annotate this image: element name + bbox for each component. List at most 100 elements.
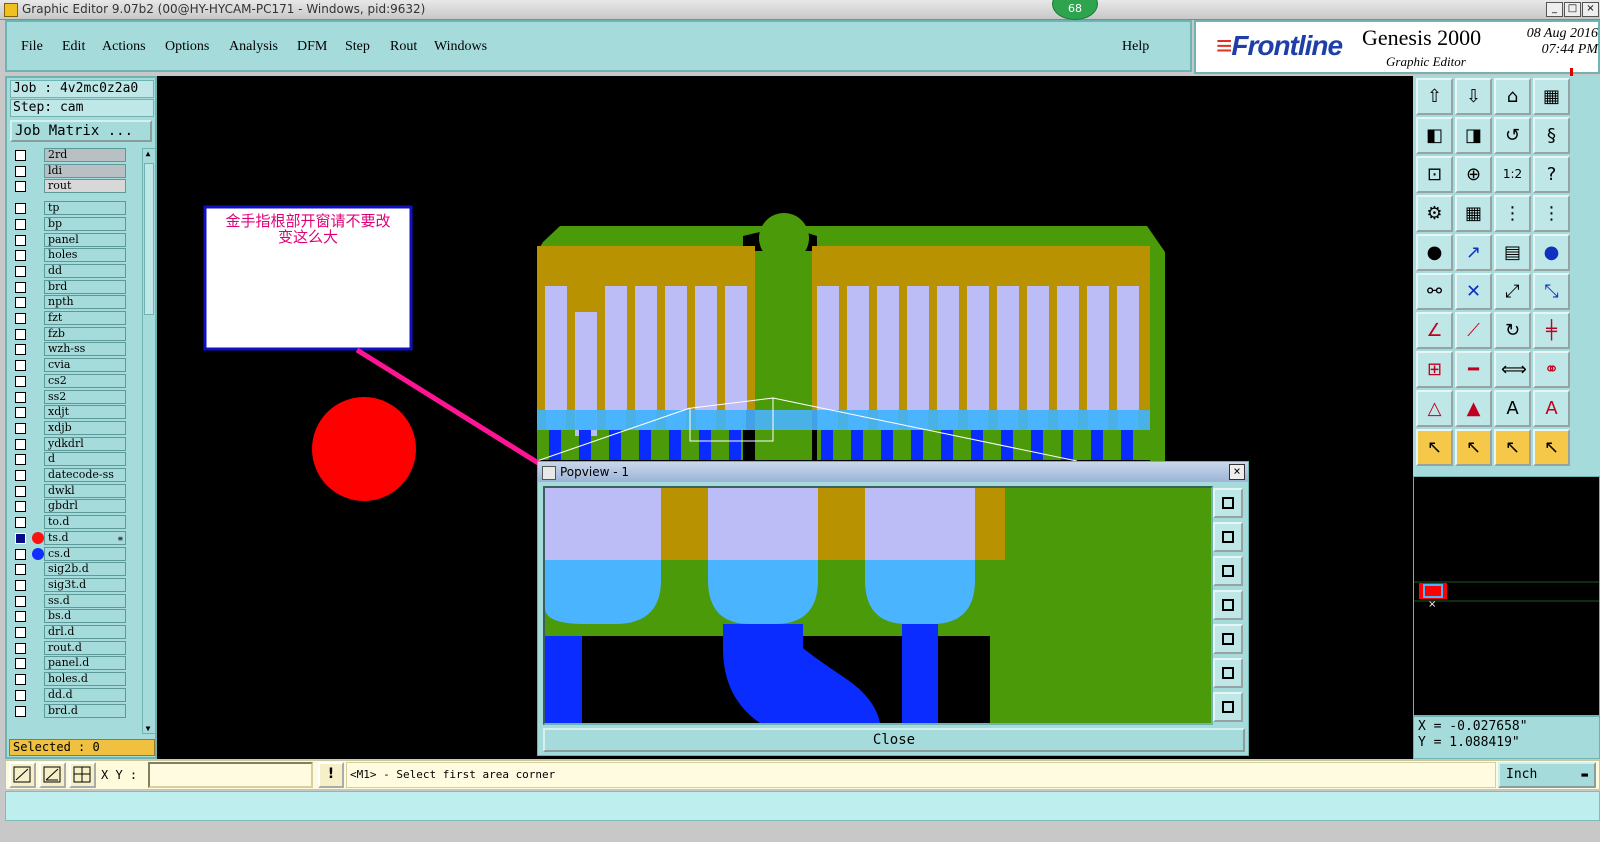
layer-row[interactable]: fzt: [10, 311, 130, 326]
layer-row[interactable]: panel: [10, 232, 130, 248]
layer-name[interactable]: d: [44, 452, 126, 467]
menu-actions[interactable]: Actions: [102, 39, 146, 55]
layer-checkbox[interactable]: [15, 564, 26, 576]
stretch-button[interactable]: ⟺: [1494, 351, 1531, 388]
layer-row[interactable]: wzh-ss: [10, 342, 130, 357]
menu-edit[interactable]: Edit: [62, 39, 85, 55]
select-net-button[interactable]: ↖: [1533, 429, 1570, 466]
layer-row[interactable]: dwkl: [10, 483, 130, 499]
layer-name[interactable]: cs.d: [44, 546, 126, 561]
scrollbar-thumb[interactable]: [144, 163, 154, 315]
layer-name[interactable]: 2rd: [44, 148, 126, 162]
layer-name[interactable]: brd.d: [44, 703, 126, 718]
popview-window[interactable]: Popview - 1 × Close: [537, 461, 1249, 756]
minimap[interactable]: ×: [1413, 476, 1600, 716]
layer-name[interactable]: bp: [44, 216, 126, 231]
layer-row[interactable]: holes: [10, 248, 130, 263]
layer-checkbox[interactable]: [15, 454, 26, 466]
net-button[interactable]: ⋮: [1494, 195, 1531, 232]
layer-checkbox[interactable]: [15, 234, 26, 246]
layer-name[interactable]: sig3t.d: [44, 577, 126, 592]
pan-left-button[interactable]: ◧: [1416, 117, 1453, 154]
measure-button[interactable]: ⚙: [1416, 195, 1453, 232]
layer-row[interactable]: fzb: [10, 326, 130, 342]
menu-rout[interactable]: Rout: [390, 39, 417, 55]
layer-checkbox[interactable]: [15, 281, 26, 293]
snake-button[interactable]: §: [1533, 117, 1570, 154]
layer-name[interactable]: cvia: [44, 358, 126, 373]
layer-color-icon[interactable]: [32, 547, 44, 560]
pv-fit-button[interactable]: [1213, 658, 1243, 688]
layer-row[interactable]: cs2: [10, 373, 130, 389]
layer-checkbox[interactable]: [15, 297, 26, 309]
layer-name[interactable]: xdjb: [44, 420, 126, 435]
scroll-down-icon[interactable]: ▼: [143, 724, 153, 733]
alert-button[interactable]: !: [318, 762, 344, 788]
layer-name[interactable]: panel: [44, 232, 126, 247]
layer-up-button[interactable]: ⇧: [1416, 78, 1453, 115]
layer-row[interactable]: bs.d: [10, 609, 130, 624]
menu-step[interactable]: Step: [345, 39, 370, 55]
layer-checkbox[interactable]: [15, 517, 26, 529]
menu-dfm[interactable]: DFM: [297, 39, 327, 55]
xy-input[interactable]: [148, 762, 313, 788]
layer-name[interactable]: tp: [44, 201, 126, 216]
layer-checkbox[interactable]: [15, 391, 26, 403]
layer-name[interactable]: ss2: [44, 389, 126, 404]
layer-name[interactable]: bs.d: [44, 609, 126, 624]
popview-canvas[interactable]: [543, 486, 1213, 725]
layer-name[interactable]: ldi: [44, 163, 126, 178]
layer-checkbox[interactable]: [15, 627, 26, 638]
window-title-bar[interactable]: Graphic Editor 9.07b2 (00@HY-HYCAM-PC171…: [0, 0, 1600, 20]
layer-name[interactable]: rout.d: [44, 640, 126, 655]
slash-button[interactable]: ⟋: [1455, 312, 1492, 349]
layer-checkbox[interactable]: [15, 674, 26, 686]
layer-checkbox[interactable]: [15, 579, 26, 591]
triangle-a-button[interactable]: A: [1494, 390, 1531, 427]
layer-checkbox[interactable]: [15, 595, 26, 607]
layer-row[interactable]: ts.d ≡: [10, 530, 130, 546]
layer-name[interactable]: fzt: [44, 311, 126, 325]
layer-checkbox[interactable]: [15, 265, 26, 277]
pv-zoom-button[interactable]: [1213, 692, 1243, 722]
layer-row[interactable]: rout: [10, 179, 130, 194]
layer-checkbox[interactable]: [15, 705, 26, 717]
layer-row[interactable]: datecode-ss: [10, 468, 130, 483]
layer-name[interactable]: sig2b.d: [44, 562, 126, 577]
circle-button[interactable]: ●: [1533, 234, 1570, 271]
layer-name[interactable]: to.d: [44, 515, 126, 530]
layer-checkbox[interactable]: [15, 165, 26, 177]
layer-checkbox[interactable]: [15, 181, 26, 193]
layer-name[interactable]: ss.d: [44, 593, 126, 608]
menu-analysis[interactable]: Analysis: [229, 39, 278, 55]
layer-row[interactable]: rout.d: [10, 640, 130, 656]
layer-row[interactable]: bp: [10, 216, 130, 232]
select-frame-button[interactable]: ↖: [1455, 429, 1492, 466]
layer-checkbox[interactable]: [15, 250, 26, 262]
connect-button[interactable]: ⚯: [1416, 273, 1453, 310]
layer-checkbox[interactable]: [15, 375, 26, 387]
grid-button[interactable]: ▦: [1533, 78, 1570, 115]
layer-name[interactable]: npth: [44, 295, 126, 310]
layer-name[interactable]: ts.d: [44, 530, 126, 545]
rotate-button[interactable]: ↻: [1494, 312, 1531, 349]
layer-row[interactable]: sig2b.d: [10, 562, 130, 577]
align-button[interactable]: ╪: [1533, 312, 1570, 349]
layer-row[interactable]: cvia: [10, 358, 130, 373]
layer-name[interactable]: panel.d: [44, 656, 126, 671]
select-edge-button[interactable]: ↖: [1494, 429, 1531, 466]
net-alt-button[interactable]: ⋮: [1533, 195, 1570, 232]
layer-row[interactable]: drl.d: [10, 625, 130, 640]
pan-right-button[interactable]: ◨: [1455, 117, 1492, 154]
layer-row[interactable]: cs.d: [10, 546, 130, 562]
layer-checkbox[interactable]: [15, 689, 26, 701]
layer-menu-icon[interactable]: ≡: [118, 534, 123, 543]
menu-file[interactable]: File: [21, 39, 43, 55]
layer-row[interactable]: brd: [10, 279, 130, 295]
layer-checkbox[interactable]: [15, 485, 26, 497]
layer-checkbox[interactable]: [15, 611, 26, 623]
layer-row[interactable]: npth: [10, 295, 130, 310]
layer-row[interactable]: ydkdrl: [10, 436, 130, 452]
select-button[interactable]: ↖: [1416, 429, 1453, 466]
arc-button[interactable]: ⤡: [1533, 273, 1570, 310]
